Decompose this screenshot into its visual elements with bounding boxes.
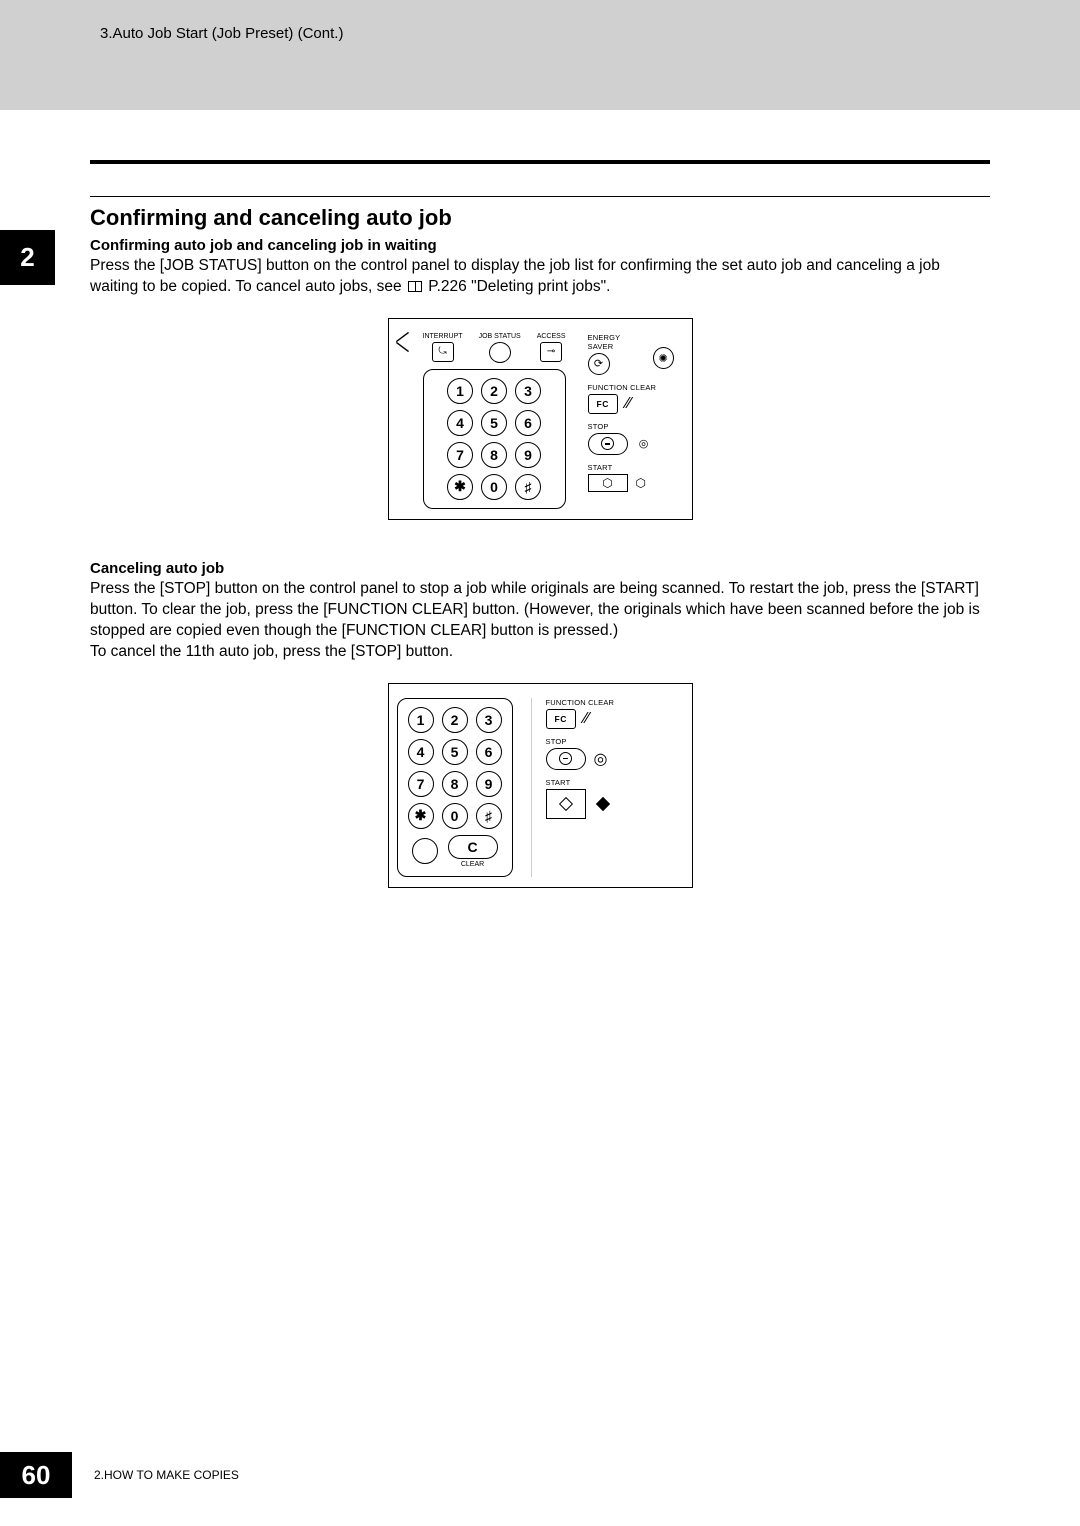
key-3: 3 — [515, 378, 541, 404]
access-label: ACCESS — [537, 333, 566, 340]
block1-text-b: P.226 "Deleting print jobs". — [424, 278, 611, 295]
keypad-1: 1 2 3 4 5 6 7 8 9 ✱ 0 ♯ — [423, 369, 566, 509]
stop-button — [588, 433, 628, 455]
block2-heading: Canceling auto job — [90, 560, 990, 577]
function-clear-group: FUNCTION CLEAR FC ⁄⁄ — [588, 383, 674, 414]
footer-chapter: 2.HOW TO MAKE COPIES — [94, 1468, 239, 1482]
key-star: ✱ — [447, 474, 473, 500]
energy-saver-row: ENERGY SAVER ⟳ ✺ — [588, 333, 674, 375]
left-edge-arrow — [397, 333, 409, 351]
fc-button-2: FC — [546, 709, 576, 729]
fc-led-icon-2: ⁄⁄ — [584, 710, 589, 728]
key2-0: 0 — [442, 803, 468, 829]
interrupt-icon: ⤿ — [432, 342, 454, 362]
start-label-2: START — [546, 778, 674, 787]
block1-heading: Confirming auto job and canceling job in… — [90, 237, 990, 254]
block1-text: Press the [JOB STATUS] button on the con… — [90, 256, 990, 298]
key-7: 7 — [447, 442, 473, 468]
access-icon: ⊸ — [540, 342, 562, 362]
control-panel-2: 1 2 3 4 5 6 7 8 9 ✱ 0 ♯ — [388, 683, 693, 888]
key2-hash: ♯ — [476, 803, 502, 829]
key2-star: ✱ — [408, 803, 434, 829]
rule-thin — [90, 196, 990, 197]
clear-label: CLEAR — [448, 861, 498, 868]
key2-4: 4 — [408, 739, 434, 765]
stop-led-icon-2: ◎ — [594, 749, 608, 769]
job-status-label: JOB STATUS — [479, 333, 521, 340]
key2-6: 6 — [476, 739, 502, 765]
control-panel-1: INTERRUPT ⤿ JOB STATUS ACCESS ⊸ 1 — [388, 318, 693, 520]
interrupt-label: INTERRUPT — [423, 333, 463, 340]
function-clear-group-2: FUNCTION CLEAR FC ⁄⁄ — [546, 698, 674, 729]
energy-saver-icon: ⟳ — [588, 353, 610, 375]
function-clear-label: FUNCTION CLEAR — [588, 383, 674, 392]
header-band: 3.Auto Job Start (Job Preset) (Cont.) — [0, 0, 1080, 110]
panel2-left-col: 1 2 3 4 5 6 7 8 9 ✱ 0 ♯ — [397, 698, 513, 877]
panel1-right-col: ENERGY SAVER ⟳ ✺ FUNCTION CLEAR FC ⁄⁄ ST… — [584, 333, 674, 509]
block2-text: Press the [STOP] button on the control p… — [90, 579, 990, 663]
key2-3: 3 — [476, 707, 502, 733]
key2-2: 2 — [442, 707, 468, 733]
start-label: START — [588, 463, 674, 472]
energy-saver-label: ENERGY SAVER — [588, 333, 645, 351]
fc-led-icon: ⁄⁄ — [626, 395, 631, 413]
panel1-left-col: INTERRUPT ⤿ JOB STATUS ACCESS ⊸ 1 — [423, 333, 566, 509]
panel2-right-col: FUNCTION CLEAR FC ⁄⁄ STOP ◎ START — [531, 698, 674, 877]
keypad-2: 1 2 3 4 5 6 7 8 9 ✱ 0 ♯ — [397, 698, 513, 877]
job-status-icon — [489, 342, 511, 363]
stop-icon — [601, 437, 614, 450]
key2-7: 7 — [408, 771, 434, 797]
access-button: ACCESS ⊸ — [537, 333, 566, 362]
key-hash: ♯ — [515, 474, 541, 500]
stop-button-2 — [546, 748, 586, 770]
key-8: 8 — [481, 442, 507, 468]
key-4: 4 — [447, 410, 473, 436]
stop-group-2: STOP ◎ — [546, 737, 674, 770]
page-content: Confirming and canceling auto job Confir… — [0, 110, 1080, 888]
start-led-icon-2 — [595, 796, 609, 810]
rule-thick — [90, 160, 990, 164]
footer: 60 2.HOW TO MAKE COPIES — [0, 1452, 239, 1498]
blank-key — [412, 838, 438, 864]
clear-key: C — [448, 835, 498, 859]
key-0: 0 — [481, 474, 507, 500]
stop-led-icon: ◎ — [636, 436, 652, 452]
stop-label-2: STOP — [546, 737, 674, 746]
key2-5: 5 — [442, 739, 468, 765]
key2-9: 9 — [476, 771, 502, 797]
start-group: START ⬡ ⬡ — [588, 463, 674, 492]
book-icon — [408, 281, 422, 292]
section-title: Confirming and canceling auto job — [90, 205, 990, 231]
start-group-2: START — [546, 778, 674, 819]
job-status-button: JOB STATUS — [479, 333, 521, 363]
start-led-icon: ⬡ — [636, 476, 646, 490]
key-2: 2 — [481, 378, 507, 404]
key-5: 5 — [481, 410, 507, 436]
start-button-2 — [546, 789, 586, 819]
key-9: 9 — [515, 442, 541, 468]
breadcrumb: 3.Auto Job Start (Job Preset) (Cont.) — [100, 25, 1080, 42]
key-1: 1 — [447, 378, 473, 404]
start-diamond-icon — [558, 796, 572, 810]
key2-8: 8 — [442, 771, 468, 797]
function-clear-label-2: FUNCTION CLEAR — [546, 698, 674, 707]
key2-1: 1 — [408, 707, 434, 733]
panel-1-wrap: INTERRUPT ⤿ JOB STATUS ACCESS ⊸ 1 — [90, 318, 990, 520]
clear-row: C CLEAR — [408, 835, 502, 868]
energy-saver-led-icon: ✺ — [653, 347, 674, 369]
key-6: 6 — [515, 410, 541, 436]
stop-label: STOP — [588, 422, 674, 431]
page-number: 60 — [0, 1452, 72, 1498]
panel-2-wrap: 1 2 3 4 5 6 7 8 9 ✱ 0 ♯ — [90, 683, 990, 888]
stop-icon-2 — [559, 752, 572, 765]
stop-group: STOP ◎ — [588, 422, 674, 455]
fc-button: FC — [588, 394, 618, 414]
start-button: ⬡ — [588, 474, 628, 492]
panel1-top-row: INTERRUPT ⤿ JOB STATUS ACCESS ⊸ — [423, 333, 566, 363]
chapter-tab: 2 — [0, 230, 55, 285]
interrupt-button: INTERRUPT ⤿ — [423, 333, 463, 362]
